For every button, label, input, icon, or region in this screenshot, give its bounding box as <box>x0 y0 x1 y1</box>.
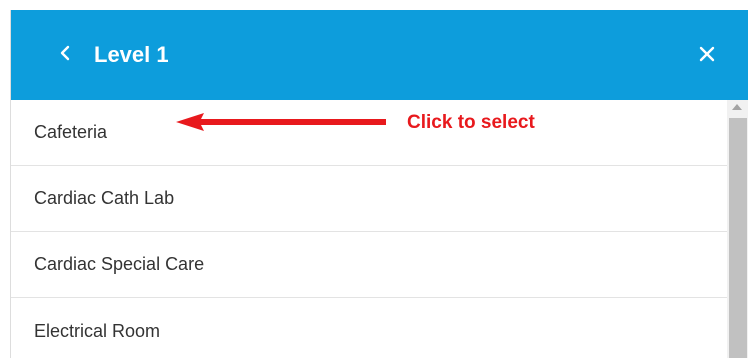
list-item-cafeteria[interactable]: Cafeteria <box>11 100 727 166</box>
list-item-cardiac-cath-lab[interactable]: Cardiac Cath Lab <box>11 166 727 232</box>
list-item-label: Electrical Room <box>34 320 161 341</box>
list-item-cardiac-special-care[interactable]: Cardiac Special Care <box>11 232 727 298</box>
vertical-scrollbar[interactable] <box>727 100 748 358</box>
page-title: Level 1 <box>94 42 169 67</box>
list-item-label: Cardiac Cath Lab <box>34 188 175 208</box>
close-button[interactable] <box>697 46 717 66</box>
panel-header: Level 1 <box>11 10 748 100</box>
location-picker-panel: Level 1 Cafeteria Cardiac Cath Lab Cardi… <box>10 10 748 358</box>
click-to-select-annotation: Click to select <box>407 112 535 133</box>
location-list: Cafeteria Cardiac Cath Lab Cardiac Speci… <box>11 100 727 358</box>
scrollbar-thumb[interactable] <box>729 118 747 358</box>
list-item-label: Cafeteria <box>34 122 108 142</box>
scroll-up-arrow-icon[interactable] <box>732 104 742 110</box>
red-arrow-annotation <box>176 113 386 131</box>
top-margin <box>0 0 749 10</box>
screenshot-frame: Level 1 Cafeteria Cardiac Cath Lab Cardi… <box>0 0 749 358</box>
back-button[interactable] <box>55 44 75 66</box>
close-icon <box>698 45 716 68</box>
list-item-electrical-room[interactable]: Electrical Room <box>11 298 727 358</box>
chevron-left-icon <box>59 44 71 67</box>
list-item-label: Cardiac Special Care <box>34 254 205 274</box>
